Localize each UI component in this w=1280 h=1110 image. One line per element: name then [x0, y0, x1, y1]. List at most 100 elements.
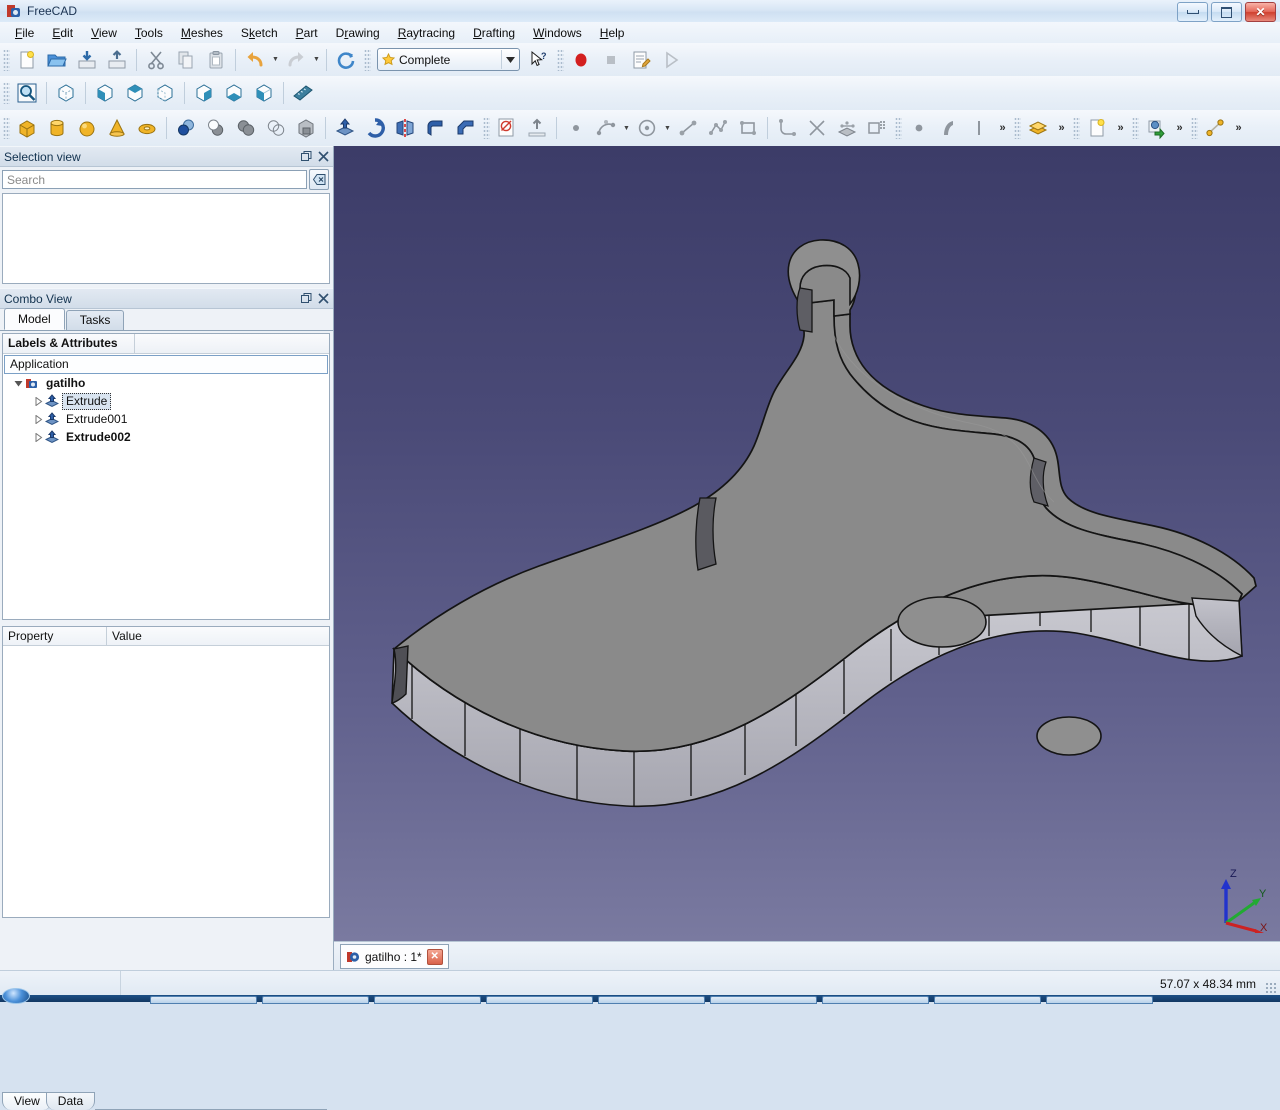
toolbar-grip[interactable] [1014, 117, 1021, 139]
right-view-icon[interactable] [151, 79, 179, 107]
menu-drawing[interactable]: Drawing [327, 23, 389, 43]
bottom-view-icon[interactable] [220, 79, 248, 107]
expand-collapse-icon[interactable] [31, 410, 45, 428]
toolbar-grip[interactable] [364, 48, 371, 71]
toolbar-grip[interactable] [3, 48, 10, 71]
cylinder-icon[interactable] [43, 114, 71, 142]
sketch-rectangle-icon[interactable] [734, 114, 762, 142]
taskbar-item[interactable] [934, 996, 1041, 1004]
box-icon[interactable] [13, 114, 41, 142]
workbench-selector[interactable]: Complete [377, 48, 520, 71]
tree-root-application[interactable]: Application [4, 355, 328, 374]
menu-drafting[interactable]: Drafting [464, 23, 524, 43]
refresh-icon[interactable] [332, 46, 360, 74]
axonometric-view-icon[interactable] [52, 79, 80, 107]
constraint-vertical-icon[interactable] [965, 114, 993, 142]
3d-viewport[interactable]: Z Y X [334, 146, 1280, 941]
toolbar-grip[interactable] [895, 117, 902, 139]
new-page-icon[interactable] [1083, 114, 1111, 142]
expand-collapse-icon[interactable] [31, 428, 45, 446]
menu-part[interactable]: Part [287, 23, 327, 43]
taskbar-item[interactable] [1046, 996, 1153, 1004]
toolbar-grip[interactable] [1132, 117, 1139, 139]
property-editor-body[interactable] [3, 646, 329, 916]
fillet-icon[interactable] [421, 114, 449, 142]
undo-dropdown-arrow[interactable]: ▼ [270, 47, 281, 73]
circle-dropdown-arrow[interactable]: ▼ [662, 115, 673, 141]
draft-line-icon[interactable] [1201, 114, 1229, 142]
mirror-icon[interactable] [391, 114, 419, 142]
sphere-icon[interactable] [73, 114, 101, 142]
toolbar-overflow-chevron[interactable]: » [1230, 115, 1247, 141]
menu-meshes[interactable]: Meshes [172, 23, 232, 43]
toolbar-overflow-chevron[interactable]: » [994, 115, 1011, 141]
toolbar-overflow-chevron[interactable]: » [1053, 115, 1070, 141]
clear-search-icon[interactable] [309, 169, 329, 190]
cut-shape-icon[interactable] [202, 114, 230, 142]
toolbar-grip[interactable] [557, 48, 564, 71]
macro-execute-icon[interactable] [657, 46, 685, 74]
arc-dropdown-arrow[interactable]: ▼ [621, 115, 632, 141]
redo-dropdown-arrow[interactable]: ▼ [311, 47, 322, 73]
menu-raytracing[interactable]: Raytracing [389, 23, 464, 43]
left-view-icon[interactable] [250, 79, 278, 107]
close-panel-icon[interactable] [316, 291, 331, 306]
cone-icon[interactable] [103, 114, 131, 142]
tree-item-gatilho[interactable]: gatilho [3, 374, 329, 392]
import-icon[interactable] [1142, 114, 1170, 142]
toolbar-grip[interactable] [483, 117, 490, 139]
revolve-icon[interactable] [361, 114, 389, 142]
menu-tools[interactable]: Tools [126, 23, 172, 43]
sketch-external-icon[interactable] [833, 114, 861, 142]
sketch-point-icon[interactable] [562, 114, 590, 142]
toolbar-overflow-chevron[interactable]: » [1171, 115, 1188, 141]
rear-view-icon[interactable] [190, 79, 218, 107]
menu-windows[interactable]: Windows [524, 23, 591, 43]
float-panel-icon[interactable] [299, 149, 314, 164]
macro-stop-icon[interactable] [597, 46, 625, 74]
front-view-icon[interactable] [91, 79, 119, 107]
sketch-circle-icon[interactable] [633, 114, 661, 142]
property-editor[interactable]: Property Value [2, 626, 330, 918]
toolbar-grip[interactable] [1073, 117, 1080, 139]
float-panel-icon[interactable] [299, 291, 314, 306]
maximize-button[interactable] [1211, 2, 1242, 22]
measure-icon[interactable] [289, 79, 317, 107]
top-view-icon[interactable] [121, 79, 149, 107]
taskbar-item[interactable] [598, 996, 705, 1004]
close-tab-icon[interactable]: ✕ [426, 948, 443, 965]
menu-view[interactable]: View [82, 23, 126, 43]
taskbar-item[interactable] [486, 996, 593, 1004]
close-panel-icon[interactable] [316, 149, 331, 164]
sketch-fillet-icon[interactable] [773, 114, 801, 142]
torus-icon[interactable] [133, 114, 161, 142]
tree-item-extrude002[interactable]: Extrude002 [3, 428, 329, 446]
tab-model[interactable]: Model [4, 308, 65, 330]
document-tab-gatilho[interactable]: gatilho : 1* ✕ [340, 944, 449, 969]
taskbar-item[interactable] [150, 996, 257, 1004]
tab-data[interactable]: Data [45, 1092, 96, 1110]
section-shape-icon[interactable] [292, 114, 320, 142]
fit-all-icon[interactable] [13, 79, 41, 107]
sketch-arc-icon[interactable] [592, 114, 620, 142]
expand-collapse-icon[interactable] [11, 374, 25, 392]
toolbar-overflow-chevron[interactable]: » [1112, 115, 1129, 141]
close-button[interactable]: ✕ [1245, 2, 1276, 22]
macro-edit-icon[interactable] [627, 46, 655, 74]
copy-icon[interactable] [172, 46, 200, 74]
redo-icon[interactable] [282, 46, 310, 74]
taskbar-item[interactable] [710, 996, 817, 1004]
expand-collapse-icon[interactable] [31, 392, 45, 410]
tree-item-extrude[interactable]: Extrude [3, 392, 329, 410]
cad-model[interactable] [334, 146, 1280, 941]
save-document-icon[interactable] [73, 46, 101, 74]
union-shape-icon[interactable] [232, 114, 260, 142]
intersection-shape-icon[interactable] [262, 114, 290, 142]
resize-grip[interactable] [1265, 982, 1277, 994]
print-document-icon[interactable] [103, 46, 131, 74]
cut-icon[interactable] [142, 46, 170, 74]
new-sketch-icon[interactable] [493, 114, 521, 142]
sketch-clone-icon[interactable] [863, 114, 891, 142]
macro-record-icon[interactable] [567, 46, 595, 74]
search-input[interactable] [2, 170, 307, 189]
